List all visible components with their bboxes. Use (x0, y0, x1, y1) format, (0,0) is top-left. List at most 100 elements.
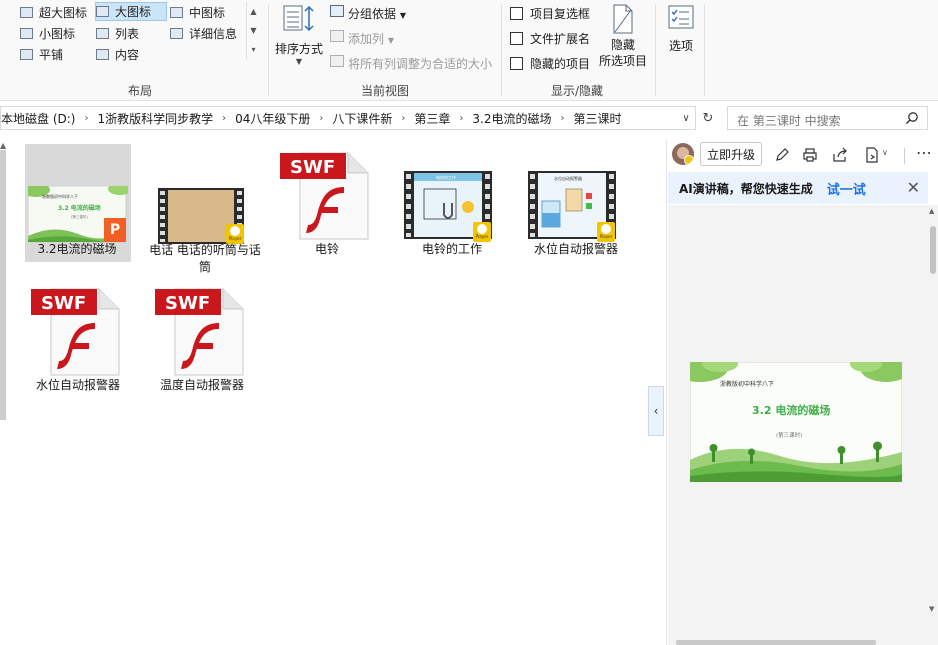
hidden-items-toggle[interactable]: 隐藏的项目 (510, 55, 590, 72)
close-icon[interactable]: ✕ (907, 178, 920, 197)
print-icon[interactable] (802, 147, 818, 163)
upgrade-button[interactable]: 立即升级 (700, 142, 762, 166)
toolbar-divider (904, 148, 905, 164)
file-item[interactable]: Player 电话 电话的听筒与话筒 (149, 144, 261, 274)
layout-gallery-scroller[interactable]: ▲ ▼ ▾ (246, 2, 260, 60)
breadcrumb-folder[interactable]: 3.2电流的磁场 (468, 110, 555, 127)
file-item[interactable]: 浙教版初中科学八下 3.2 电流的磁场 (第三课时) P 3.2电流的磁场 (25, 144, 131, 262)
ribbon-left-fragment (0, 46, 6, 56)
slide-subtitle: (第三课时) (776, 431, 802, 439)
layout-small-icons[interactable]: 小图标 (20, 24, 94, 43)
extra-large-icons-icon (20, 7, 33, 18)
group-by-icon (330, 5, 344, 17)
ribbon-divider (704, 4, 705, 96)
ai-promo-banner: AI演讲稿，帮您快速生成 试一试 ✕ (668, 172, 928, 204)
scroll-up-icon[interactable]: ▲ (247, 2, 260, 21)
checkbox[interactable] (510, 7, 523, 20)
show-hide-group-label: 显示/隐藏 (550, 84, 604, 98)
file-name: 3.2电流的磁场 (37, 242, 117, 256)
search-icon[interactable] (905, 111, 919, 125)
chevron-right-icon[interactable]: › (314, 113, 328, 124)
item-checkboxes-toggle[interactable]: 项目复选框 (510, 5, 590, 22)
add-column-button[interactable]: 添加列 ▼ (348, 30, 394, 47)
chevron-right-icon[interactable]: › (556, 113, 570, 124)
collapse-preview-button[interactable]: ‹ (648, 386, 664, 436)
list-icon (96, 28, 109, 39)
chevron-down-icon: ∨ (682, 112, 690, 124)
scroll-down-icon[interactable]: ▼ (247, 21, 260, 40)
address-history-dropdown[interactable]: ∨ (676, 106, 696, 130)
thumb-text: (第三课时) (71, 214, 88, 219)
ribbon: 超大图标 大图标 中图标 小图标 列表 详细信息 平铺 内容 ▲ ▼ ▾ 布局 (0, 0, 938, 101)
avatar[interactable] (672, 143, 694, 165)
file-item[interactable]: SWF 温度自动报警器 (150, 280, 254, 398)
powerpoint-badge-icon: P (104, 218, 126, 242)
address-bar[interactable]: 本地磁盘 (D:) › 1浙教版科学同步教学 › 04八年级下册 › 八下课件新… (0, 106, 696, 130)
file-name: 电铃的工作 (421, 242, 482, 256)
layout-list[interactable]: 列表 (96, 24, 168, 43)
options-button[interactable]: 选项 (664, 4, 698, 60)
preview-splitter[interactable] (666, 140, 667, 645)
breadcrumb-folder[interactable]: 第三章 (410, 110, 454, 127)
checkbox[interactable] (510, 32, 523, 45)
file-name: 水位自动报警器 (35, 378, 120, 392)
thumb-text: 电铃的工作 (436, 174, 456, 180)
chevron-right-icon[interactable]: › (79, 113, 93, 124)
preview-scrollbar-thumb[interactable] (930, 226, 936, 274)
group-by-button[interactable]: 分组依据 ▼ (348, 5, 406, 22)
chevron-right-icon[interactable]: › (454, 113, 468, 124)
thumb-text: 浙教版初中科学八下 (42, 193, 78, 199)
player-badge-icon: Player (597, 222, 615, 242)
ribbon-divider (268, 4, 269, 96)
more-options-icon[interactable]: ⋯ (916, 143, 933, 162)
horizontal-scrollbar-thumb[interactable] (676, 640, 876, 645)
breadcrumb-folder[interactable]: 04八年级下册 (231, 110, 314, 127)
scroll-up-icon[interactable]: ▲ (0, 141, 6, 150)
ribbon-divider (655, 4, 656, 96)
file-item[interactable]: 水位自动报警器 Player 水位自动报警器 (524, 144, 628, 262)
layout-tiles[interactable]: 平铺 (20, 45, 94, 64)
file-item[interactable]: SWF 水位自动报警器 (26, 280, 130, 398)
file-item[interactable]: SWF 电铃 (275, 144, 379, 262)
edit-icon[interactable] (774, 147, 790, 163)
hide-selected-button[interactable]: 隐藏 所选项目 (596, 4, 650, 70)
size-all-columns-button[interactable]: 将所有列调整为合适的大小 (348, 55, 492, 72)
sort-by-button[interactable]: 排序方式 ▼ (274, 4, 324, 66)
chevron-right-icon[interactable]: › (217, 113, 231, 124)
small-icons-icon (20, 28, 33, 39)
expand-gallery-icon[interactable]: ▾ (247, 40, 260, 59)
swf-badge-text: SWF (165, 293, 210, 314)
slide-preview: 浙教版初中科学八下 3.2 电流的磁场 (第三课时) (690, 362, 902, 482)
checkbox[interactable] (510, 57, 523, 70)
file-extensions-toggle[interactable]: 文件扩展名 (510, 30, 590, 47)
thumb-text: 水位自动报警器 (554, 175, 582, 181)
breadcrumb-folder[interactable]: 八下课件新 (328, 110, 396, 127)
banner-text: AI演讲稿，帮您快速生成 (679, 181, 813, 196)
swf-badge-text: SWF (290, 157, 335, 178)
layout-extra-large-icons[interactable]: 超大图标 (20, 3, 94, 22)
chevron-right-icon[interactable]: › (396, 113, 410, 124)
swf-file-icon: SWF (155, 288, 244, 376)
try-it-link[interactable]: 试一试 (827, 179, 866, 198)
search-box[interactable]: 在 第三课时 中搜索 (727, 106, 928, 130)
hide-selected-icon (613, 4, 633, 34)
breadcrumb-folder[interactable]: 1浙教版科学同步教学 (93, 110, 217, 127)
size-columns-icon (330, 55, 344, 67)
layout-content[interactable]: 内容 (96, 45, 168, 64)
sort-icon (283, 5, 314, 32)
scroll-down-icon[interactable]: ▼ (929, 605, 934, 613)
share-icon[interactable] (832, 147, 848, 163)
layout-details[interactable]: 详细信息 (170, 24, 246, 43)
breadcrumb-current[interactable]: 第三课时 (570, 110, 626, 127)
content-icon (96, 49, 109, 60)
breadcrumb-drive[interactable]: 本地磁盘 (D:) (1, 110, 79, 127)
file-item[interactable]: 电铃的工作 Player 电铃的工作 (400, 144, 504, 262)
export-dropdown-icon[interactable]: ∨ (882, 148, 888, 157)
navigation-scrollbar-thumb[interactable] (0, 150, 6, 420)
layout-large-icons[interactable]: 大图标 (95, 2, 167, 21)
layout-medium-icons[interactable]: 中图标 (170, 3, 246, 22)
scroll-up-icon[interactable]: ▲ (929, 207, 934, 215)
export-icon[interactable] (864, 147, 880, 163)
add-column-icon (330, 30, 344, 42)
refresh-button[interactable]: ↻ (698, 106, 718, 130)
